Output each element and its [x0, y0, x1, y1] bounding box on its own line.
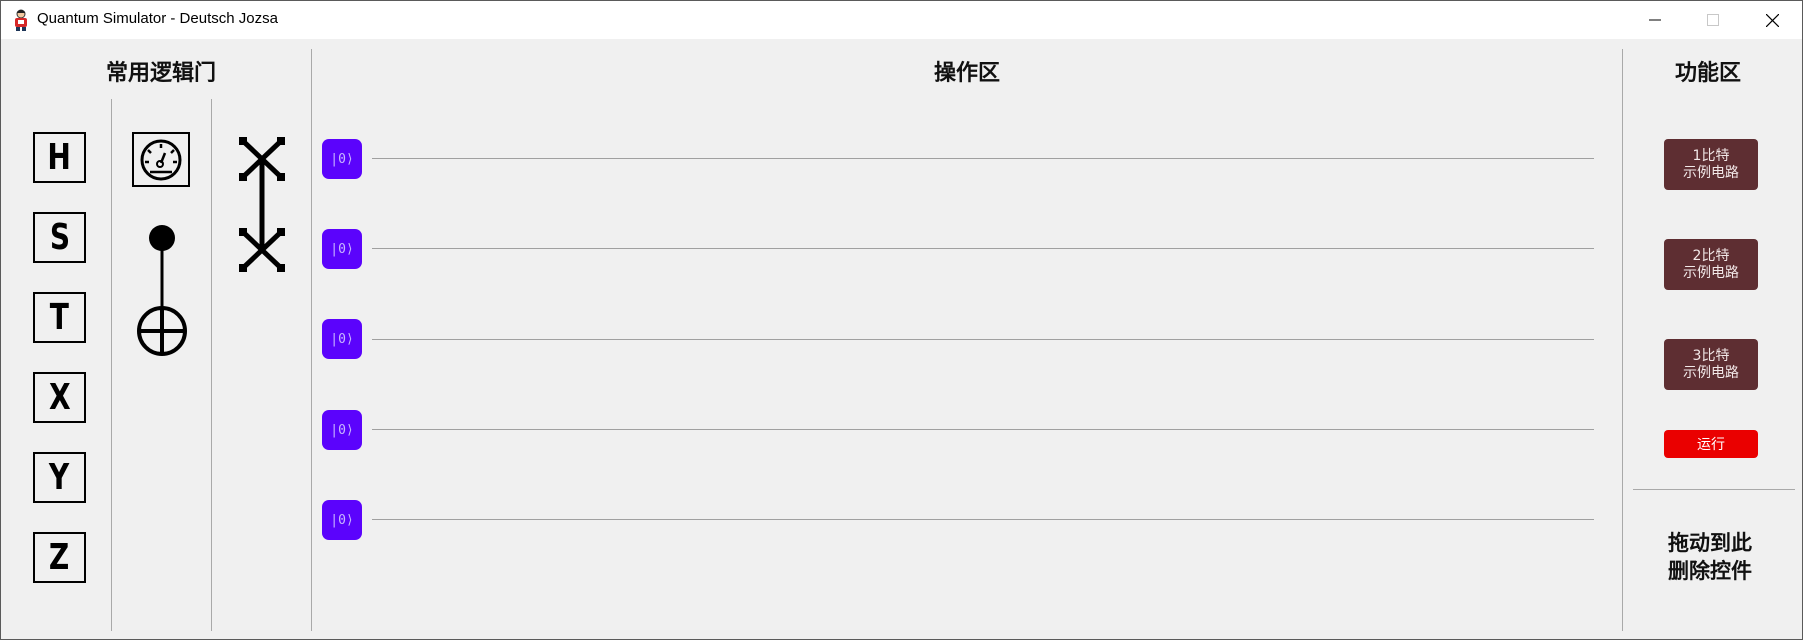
gate-t-label: T [49, 296, 70, 338]
title-bar: Quantum Simulator - Deutsch Jozsa [1, 1, 1802, 39]
example-1-qubit-button[interactable]: 1比特 示例电路 [1664, 139, 1758, 190]
swap-gate-icon[interactable] [239, 137, 285, 275]
close-icon [1765, 13, 1779, 27]
gate-h[interactable]: H [33, 132, 86, 183]
gate-s[interactable]: S [33, 212, 86, 263]
app-window: Quantum Simulator - Deutsch Jozsa 常用逻辑门 … [0, 0, 1803, 640]
example-3-line1: 3比特 [1692, 347, 1730, 364]
window-title: Quantum Simulator - Deutsch Jozsa [37, 10, 278, 27]
close-button[interactable] [1743, 1, 1801, 39]
qubit-2-wire[interactable] [372, 339, 1594, 340]
delete-zone-line1: 拖动到此 [1668, 530, 1752, 555]
gate-z[interactable]: Z [33, 532, 86, 583]
example-2-line1: 2比特 [1692, 247, 1730, 264]
qubit-4-state[interactable]: |0⟩ [322, 500, 362, 540]
gate-z-label: Z [49, 536, 70, 578]
gate-x-label: X [48, 376, 71, 418]
qubit-1-state[interactable]: |0⟩ [322, 229, 362, 269]
qubit-0-wire[interactable] [372, 158, 1594, 159]
example-1-line2: 示例电路 [1683, 164, 1739, 181]
example-1-line1: 1比特 [1692, 147, 1730, 164]
maximize-button[interactable] [1684, 1, 1742, 39]
delete-zone-line2: 删除控件 [1668, 558, 1752, 583]
gates-divider-2 [211, 99, 212, 631]
workspace-heading: 操作区 [933, 60, 1001, 86]
gate-y[interactable]: Y [33, 452, 86, 503]
gate-x[interactable]: X [33, 372, 86, 423]
functions-panel-heading: 功能区 [1674, 60, 1742, 86]
qubit-1-wire[interactable] [372, 248, 1594, 249]
measure-gate-icon[interactable] [132, 132, 190, 187]
gates-divider-1 [111, 99, 112, 631]
delete-drop-zone[interactable]: 拖动到此 删除控件 [1635, 529, 1785, 589]
example-3-qubit-button[interactable]: 3比特 示例电路 [1664, 339, 1758, 390]
panel-divider-right [1622, 49, 1623, 631]
gate-h-label: H [47, 136, 72, 178]
qubit-3-wire[interactable] [372, 429, 1594, 430]
quantum-app-icon [15, 9, 27, 31]
run-button[interactable]: 运行 [1664, 430, 1758, 458]
example-2-line2: 示例电路 [1683, 264, 1739, 281]
example-3-line2: 示例电路 [1683, 364, 1739, 381]
gate-y-label: Y [49, 456, 70, 498]
cnot-gate-icon[interactable] [132, 223, 188, 357]
example-2-qubit-button[interactable]: 2比特 示例电路 [1664, 239, 1758, 290]
qubit-3-state[interactable]: |0⟩ [322, 410, 362, 450]
gate-s-label: S [49, 216, 70, 258]
qubit-0-state[interactable]: |0⟩ [322, 139, 362, 179]
maximize-icon [1707, 14, 1719, 26]
minimize-icon [1649, 19, 1661, 21]
gates-panel-heading: 常用逻辑门 [105, 60, 217, 86]
qubit-4-wire[interactable] [372, 519, 1594, 520]
function-divider [1633, 489, 1795, 490]
minimize-button[interactable] [1626, 1, 1684, 39]
panel-divider-left [311, 49, 312, 631]
qubit-2-state[interactable]: |0⟩ [322, 319, 362, 359]
gate-t[interactable]: T [33, 292, 86, 343]
